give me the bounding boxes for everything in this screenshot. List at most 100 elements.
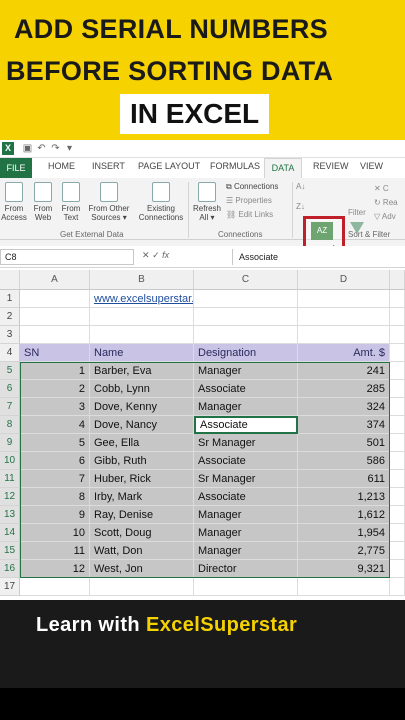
tab-view[interactable]: VIEW (360, 161, 383, 171)
formula-input[interactable]: Associate (232, 249, 405, 265)
table-cell-name[interactable]: Barber, Eva (90, 362, 194, 380)
row-header[interactable]: 17 (0, 578, 20, 596)
cell[interactable] (390, 344, 405, 362)
table-cell-sn[interactable]: 7 (20, 470, 90, 488)
cell[interactable] (20, 290, 90, 308)
cell[interactable] (298, 290, 390, 308)
cell[interactable] (390, 578, 405, 596)
tab-file[interactable]: FILE (0, 158, 32, 178)
from-web-button[interactable]: From Web (30, 182, 56, 222)
cell[interactable] (298, 308, 390, 326)
cell[interactable] (390, 524, 405, 542)
advanced-filter-icon[interactable]: ▽ Adv (374, 212, 396, 221)
cell[interactable] (90, 326, 194, 344)
table-cell-sn[interactable]: 4 (20, 416, 90, 434)
table-cell-name[interactable]: Gee, Ella (90, 434, 194, 452)
table-cell-amt[interactable]: 374 (298, 416, 390, 434)
table-cell-designation[interactable]: Sr Manager (194, 434, 298, 452)
cell[interactable] (390, 470, 405, 488)
table-cell-designation[interactable]: Director (194, 560, 298, 578)
column-header-d[interactable]: D (298, 270, 390, 290)
table-cell-designation[interactable]: Manager (194, 362, 298, 380)
cell[interactable] (90, 578, 194, 596)
row-header[interactable]: 14 (0, 524, 20, 542)
table-header-sn[interactable]: SN (20, 344, 90, 362)
table-cell-amt[interactable]: 9,321 (298, 560, 390, 578)
row-header[interactable]: 3 (0, 326, 20, 344)
cell[interactable] (390, 416, 405, 434)
table-cell-designation[interactable]: Manager (194, 542, 298, 560)
cell[interactable] (390, 308, 405, 326)
table-cell-sn[interactable]: 3 (20, 398, 90, 416)
column-header-b[interactable]: B (90, 270, 194, 290)
table-cell-amt[interactable]: 324 (298, 398, 390, 416)
table-cell-name[interactable]: Gibb, Ruth (90, 452, 194, 470)
filter-label[interactable]: Filter (348, 208, 366, 217)
table-cell-name[interactable]: Huber, Rick (90, 470, 194, 488)
cell[interactable] (390, 398, 405, 416)
tab-data[interactable]: DATA (264, 158, 302, 178)
row-header[interactable]: 9 (0, 434, 20, 452)
select-all-corner[interactable] (0, 270, 20, 290)
tab-home[interactable]: HOME (48, 161, 75, 171)
table-cell-amt[interactable]: 586 (298, 452, 390, 470)
row-header[interactable]: 4 (0, 344, 20, 362)
row-header[interactable]: 1 (0, 290, 20, 308)
table-cell-designation[interactable]: Manager (194, 398, 298, 416)
from-other-sources-button[interactable]: From Other Sources ▾ (86, 182, 132, 222)
table-cell-sn[interactable]: 10 (20, 524, 90, 542)
cell[interactable] (390, 362, 405, 380)
column-header-e[interactable] (390, 270, 405, 290)
cell[interactable] (20, 326, 90, 344)
table-cell-amt[interactable]: 241 (298, 362, 390, 380)
table-cell-sn[interactable]: 6 (20, 452, 90, 470)
reapply-icon[interactable]: ↻ Rea (374, 198, 398, 207)
table-cell-designation[interactable]: Associate (194, 488, 298, 506)
table-cell-name[interactable]: Ray, Denise (90, 506, 194, 524)
row-header[interactable]: 5 (0, 362, 20, 380)
table-cell-designation[interactable]: Manager (194, 506, 298, 524)
column-header-c[interactable]: C (194, 270, 298, 290)
table-cell-sn[interactable]: 2 (20, 380, 90, 398)
refresh-all-button[interactable]: Refresh All ▾ (192, 182, 222, 222)
table-cell-amt[interactable]: 2,775 (298, 542, 390, 560)
connections-link[interactable]: ⧉ Connections (226, 182, 278, 192)
table-cell-name[interactable]: Irby, Mark (90, 488, 194, 506)
tab-insert[interactable]: INSERT (92, 161, 125, 171)
table-cell-designation[interactable]: Associate (194, 416, 298, 434)
table-cell-amt[interactable]: 611 (298, 470, 390, 488)
row-header[interactable]: 2 (0, 308, 20, 326)
fx-label[interactable]: fx (162, 250, 169, 260)
redo-icon[interactable]: ↷ (50, 143, 61, 154)
row-header[interactable]: 7 (0, 398, 20, 416)
row-header[interactable]: 16 (0, 560, 20, 578)
tab-review[interactable]: REVIEW (313, 161, 349, 171)
row-header[interactable]: 13 (0, 506, 20, 524)
table-cell-amt[interactable]: 1,213 (298, 488, 390, 506)
cell[interactable] (390, 452, 405, 470)
cell[interactable] (390, 326, 405, 344)
properties-link[interactable]: ☰ Properties (226, 196, 272, 205)
table-cell-name[interactable]: Dove, Nancy (90, 416, 194, 434)
cell[interactable] (390, 560, 405, 578)
undo-icon[interactable]: ↶ (36, 143, 47, 154)
sort-desc-icon[interactable]: Z↓ (296, 202, 305, 211)
edit-links-link[interactable]: ⛓ Edit Links (226, 210, 273, 219)
cell[interactable] (298, 326, 390, 344)
name-box[interactable]: C8 (0, 249, 134, 265)
tab-formulas[interactable]: FORMULAS (210, 161, 260, 171)
table-cell-name[interactable]: Watt, Don (90, 542, 194, 560)
table-cell-sn[interactable]: 8 (20, 488, 90, 506)
tab-page-layout[interactable]: PAGE LAYOUT (138, 161, 200, 171)
table-cell-amt[interactable]: 1,612 (298, 506, 390, 524)
table-cell-designation[interactable]: Associate (194, 452, 298, 470)
column-header-a[interactable]: A (20, 270, 90, 290)
table-cell-sn[interactable]: 12 (20, 560, 90, 578)
table-cell-designation[interactable]: Sr Manager (194, 470, 298, 488)
cell[interactable] (390, 434, 405, 452)
cell[interactable] (194, 326, 298, 344)
cell[interactable] (20, 308, 90, 326)
row-header[interactable]: 8 (0, 416, 20, 434)
row-header[interactable]: 11 (0, 470, 20, 488)
table-header-amt[interactable]: Amt. $ (298, 344, 390, 362)
